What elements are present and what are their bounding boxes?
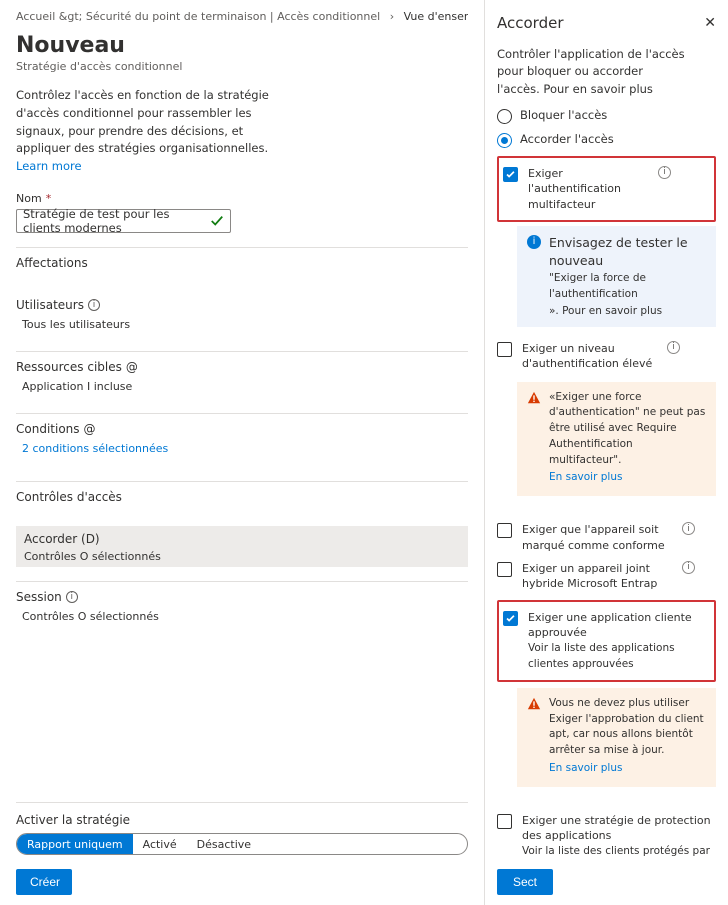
access-controls-header: Contrôles d'accès: [16, 490, 468, 504]
warning-auth-strength: «Exiger une force d'authentication" ne p…: [517, 382, 716, 497]
at-icon: @: [84, 422, 96, 436]
checkbox-hybrid-join[interactable]: Exiger un appareil joint hybride Microso…: [497, 557, 716, 596]
create-button[interactable]: Créer: [16, 869, 72, 895]
at-icon: @: [126, 360, 138, 374]
resources-row[interactable]: Ressources cibles @ Application I inclus…: [16, 351, 468, 399]
learn-more-link[interactable]: Learn more: [16, 158, 276, 176]
conditions-value: 2 conditions sélectionnées: [16, 442, 468, 455]
assignments-section: Affectations: [16, 247, 468, 282]
info-icon[interactable]: i: [88, 299, 100, 311]
name-input[interactable]: Stratégie de test pour les clients moder…: [16, 209, 231, 233]
close-icon[interactable]: ✕: [704, 15, 716, 31]
info-icon[interactable]: i: [667, 341, 680, 354]
info-banner-auth-strength: i Envisagez de tester le nouveau "Exiger…: [517, 226, 716, 327]
warning-icon: [527, 697, 541, 777]
checkbox-approved-client[interactable]: Exiger une application cliente approuvée…: [503, 606, 710, 676]
checkbox-compliant-device[interactable]: Exiger que l'appareil soit marqué comme …: [497, 518, 716, 557]
radio-block-access[interactable]: Bloquer l'accès: [497, 108, 716, 124]
toggle-report-only[interactable]: Rapport uniquem: [17, 834, 133, 854]
info-icon: i: [527, 235, 541, 249]
radio-icon: [497, 133, 512, 148]
learn-more-link[interactable]: En savoir plus: [549, 470, 706, 486]
check-icon: [210, 214, 224, 228]
enable-policy-label: Activer la stratégie: [16, 813, 468, 827]
checkbox-icon: [497, 562, 512, 577]
panel-title: Accorder: [497, 14, 564, 32]
conditions-row[interactable]: Conditions @ 2 conditions sélectionnées: [16, 413, 468, 461]
grant-panel: Accorder ✕ Contrôler l'application de l'…: [485, 0, 728, 905]
breadcrumb: Accueil &gt; Sécurité du point de termin…: [16, 10, 468, 23]
info-icon[interactable]: i: [682, 561, 695, 574]
select-button[interactable]: Sect: [497, 869, 553, 895]
info-icon[interactable]: i: [66, 591, 78, 603]
users-value: Tous les utilisateurs: [16, 318, 468, 331]
checkbox-icon: [497, 523, 512, 538]
checkbox-icon: [503, 167, 518, 182]
panel-intro: Contrôler l'application de l'accès pour …: [497, 46, 687, 98]
grant-row[interactable]: Accorder (D) Contrôles O sélectionnés: [16, 526, 468, 567]
checkbox-mfa[interactable]: Exiger l'authentification multifacteur i: [503, 162, 710, 216]
chevron-right-icon: ›: [390, 10, 394, 23]
intro-text: Contrôlez l'accès en fonction de la stra…: [16, 87, 276, 176]
checkbox-icon: [497, 342, 512, 357]
highlight-approved-app: Exiger une application cliente approuvée…: [497, 600, 716, 682]
toggle-disabled[interactable]: Désactive: [187, 834, 261, 854]
name-label: Nom*: [16, 192, 468, 205]
checkbox-icon: [497, 814, 512, 829]
assignments-header: Affectations: [16, 256, 468, 270]
crumb-overview: Vue d'ensemble de l'accès conditionnel |: [404, 10, 468, 23]
info-icon[interactable]: i: [658, 166, 671, 179]
warning-approved-client: Vous ne devez plus utiliser Exiger l'app…: [517, 688, 716, 787]
info-icon[interactable]: i: [682, 522, 695, 535]
main-panel: Accueil &gt; Sécurité du point de termin…: [0, 0, 485, 905]
page-subtitle: Stratégie d'accès conditionnel: [16, 60, 468, 73]
radio-icon: [497, 109, 512, 124]
crumb-home[interactable]: Accueil &gt;: [16, 10, 82, 23]
crumb-ca[interactable]: Accès conditionnel: [277, 10, 380, 23]
session-row[interactable]: Sessioni Contrôles O sélectionnés: [16, 581, 468, 629]
crumb-sec[interactable]: Sécurité du point de terminaison |: [86, 10, 274, 23]
learn-more-link[interactable]: En savoir plus: [549, 761, 706, 777]
approved-apps-link[interactable]: Voir la liste des applications clientes …: [528, 642, 675, 670]
checkbox-app-protection[interactable]: Exiger une stratégie de protection des a…: [497, 809, 716, 861]
warning-icon: [527, 391, 541, 487]
enable-policy-toggle[interactable]: Rapport uniquem Activé Désactive: [16, 833, 468, 855]
resources-value: Application I incluse: [16, 380, 468, 393]
access-controls-section: Contrôles d'accès: [16, 481, 468, 516]
checkbox-icon: [503, 611, 518, 626]
toggle-enabled[interactable]: Activé: [133, 834, 187, 854]
checkbox-auth-level[interactable]: Exiger un niveau d'authentification élev…: [497, 337, 716, 376]
radio-grant-access[interactable]: Accorder l'accès: [497, 132, 716, 148]
users-row[interactable]: Utilisateursi Tous les utilisateurs: [16, 290, 468, 337]
page-title: Nouveau: [16, 33, 468, 58]
highlight-mfa: Exiger l'authentification multifacteur i: [497, 156, 716, 222]
